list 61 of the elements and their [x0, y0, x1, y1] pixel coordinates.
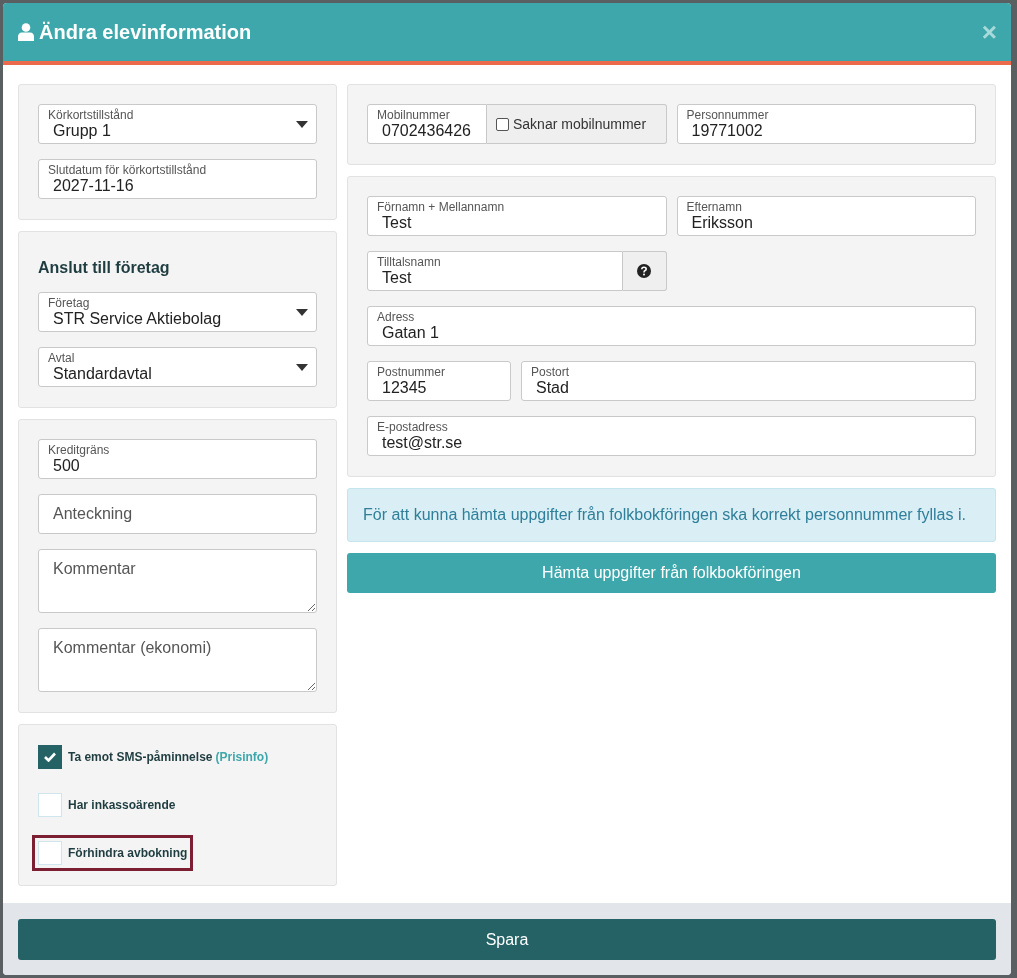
input-field[interactable]: Postnummer 12345 [367, 361, 511, 401]
dialog-title: Ändra elevinformation [39, 20, 253, 44]
field-label: Slutdatum för körkortstillstånd [48, 164, 208, 176]
field-value: 2027-11-16 [52, 176, 134, 195]
field-value: Standardavtal [52, 364, 152, 383]
field-label: Mobilnummer [377, 109, 451, 121]
field-value: Grupp 1 [52, 121, 111, 140]
caret-icon [296, 364, 308, 371]
field-label: Avtal [48, 352, 76, 364]
field-value: 12345 [381, 378, 427, 397]
field-value: Gatan 1 [381, 323, 439, 342]
input-field[interactable]: Adress Gatan 1 [367, 306, 976, 346]
field-label: Körkortstillstånd [48, 109, 135, 121]
select-field[interactable]: Körkortstillstånd Grupp 1 [38, 104, 317, 144]
field-label: E-postadress [377, 421, 449, 433]
field-value: STR Service Aktiebolag [52, 310, 222, 328]
field-label: Efternamn [686, 201, 743, 213]
input-field[interactable]: Tilltalsnamn Test [367, 251, 623, 291]
field-label: Förnamn + Mellannamn [377, 201, 506, 213]
input-field[interactable]: Slutdatum för körkortstillstånd 2027-11-16 [38, 159, 317, 199]
field-value: Test [381, 268, 412, 287]
no-mobile-checkbox[interactable]: Saknar mobilnummer [487, 104, 667, 144]
field-value: Test [381, 213, 412, 232]
input-field[interactable]: Anteckning [38, 494, 317, 534]
field-label: Postnummer [377, 366, 447, 378]
info-message: För att kunna hämta uppgifter från folkbokföringen ska korrekt personnummer fyllas i. [347, 488, 996, 542]
input-field[interactable]: Förnamn + Mellannamn Test [367, 196, 667, 236]
input-field[interactable]: Mobilnummer 0702436426 [367, 104, 487, 144]
field-label: Postort [531, 366, 570, 378]
input-field[interactable]: Personnummer 19771002 [676, 104, 976, 144]
field-label: Adress [377, 311, 416, 323]
input-field[interactable]: Kreditgräns 500 [38, 439, 317, 479]
select-field[interactable]: Avtal Standardavtal [38, 347, 317, 387]
field-value: Stad [535, 378, 569, 397]
field-value: 0702436426 [381, 121, 471, 140]
select-field[interactable]: Företag STR Service Aktiebolag [38, 292, 317, 332]
field-value: test@str.se [381, 434, 463, 452]
field-value: 500 [52, 457, 80, 475]
field-label: Personnummer [686, 109, 770, 121]
help-button[interactable] [622, 251, 667, 291]
checkbox-label: Förhindra avbokning [68, 846, 188, 860]
textarea-field[interactable]: Kommentar (ekonomi) [38, 628, 317, 692]
input-field[interactable]: Postort Stad [521, 361, 976, 401]
section-heading: Anslut till företag [38, 259, 171, 277]
field-value: Eriksson [690, 213, 753, 232]
field-label: Tilltalsnamn [377, 256, 442, 268]
field-label: Kreditgräns [48, 444, 111, 456]
caret-icon [296, 309, 308, 316]
checkbox-label: Ta emot SMS-påminnelse [68, 750, 213, 764]
checkbox-label: Har inkassoärende [68, 798, 176, 812]
caret-icon [296, 121, 308, 128]
field-label: Företag [48, 297, 91, 309]
help-icon [637, 264, 651, 278]
save-button[interactable]: Spara [18, 919, 996, 960]
textarea-field[interactable]: Kommentar [38, 549, 317, 613]
input-field[interactable]: Efternamn Eriksson [676, 196, 976, 236]
checkbox[interactable] [38, 745, 62, 769]
input-field[interactable]: E-postadress test@str.se [367, 416, 976, 456]
check-icon [44, 752, 56, 762]
person-icon [18, 23, 34, 41]
field-value: 19771002 [690, 121, 763, 140]
